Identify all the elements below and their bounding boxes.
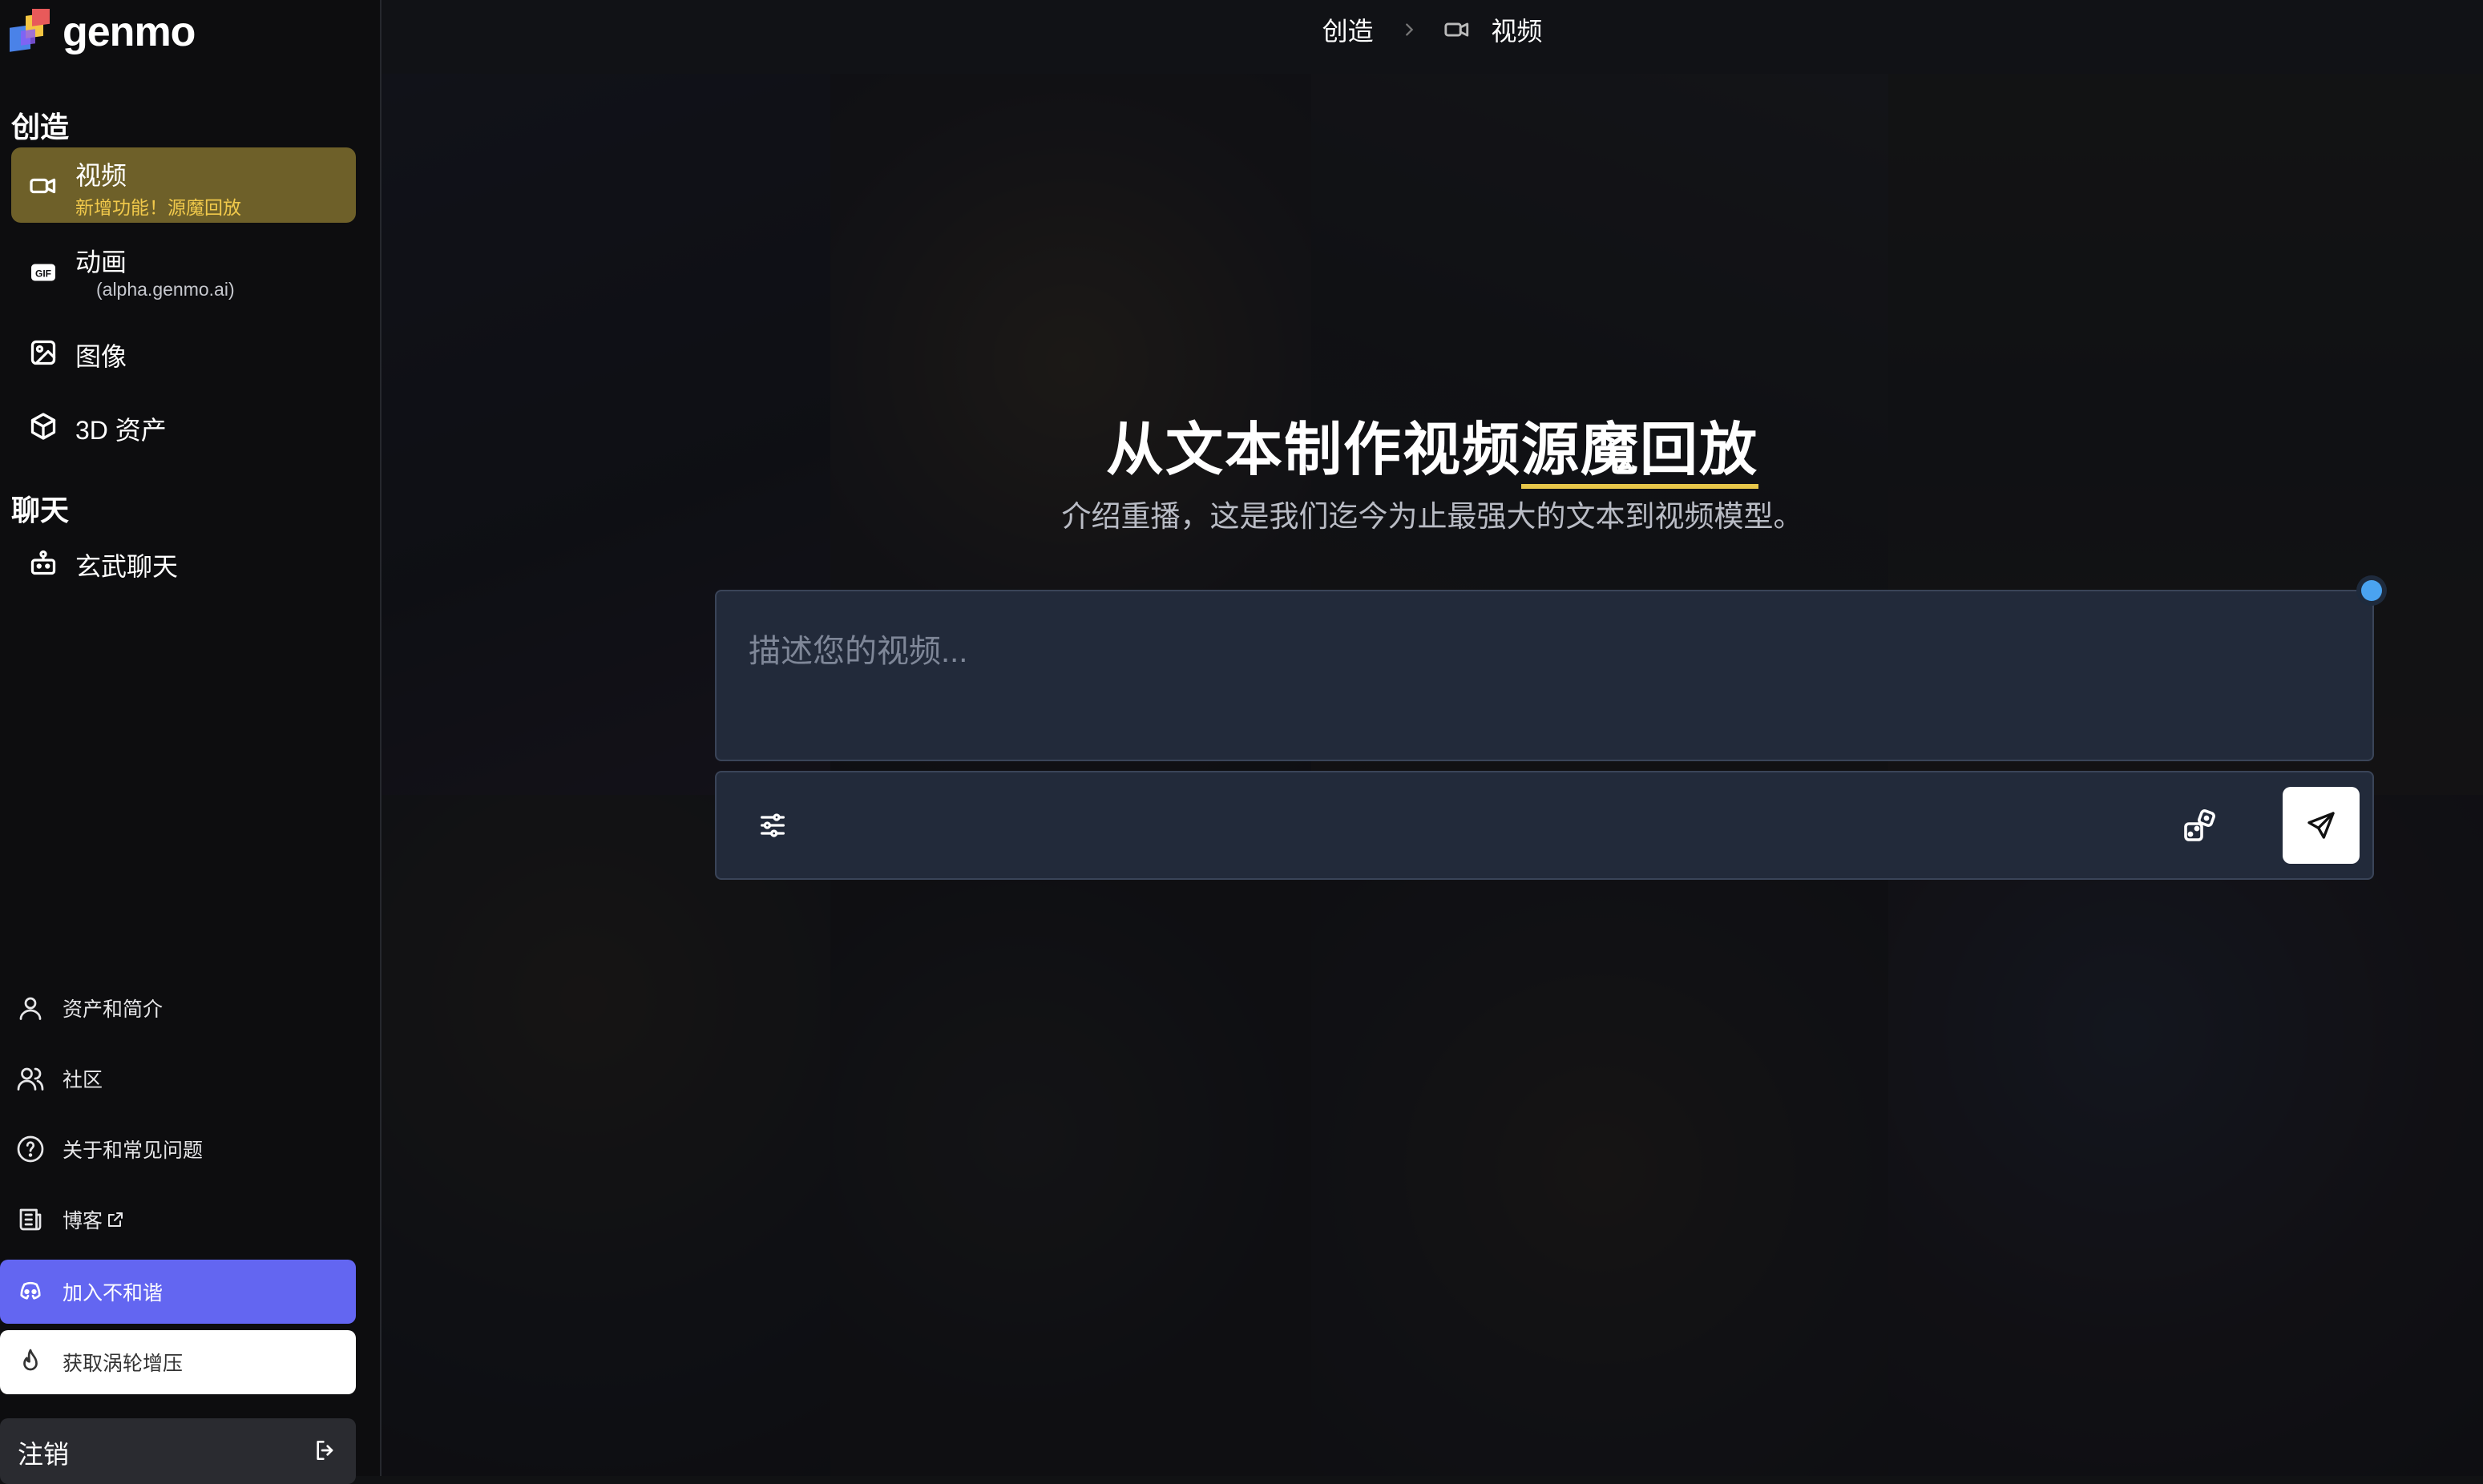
hero-title-highlight: 源魔回放 bbox=[1521, 418, 1759, 489]
section-title-chat: 聊天 bbox=[11, 494, 70, 526]
hero-title: 从文本制作视频源魔回放 bbox=[382, 402, 2483, 489]
settings-button[interactable] bbox=[749, 801, 797, 849]
status-dot bbox=[2361, 580, 2382, 601]
sidebar-item-assets-profile[interactable]: 资产和简介 bbox=[0, 976, 356, 1040]
send-icon bbox=[2307, 812, 2335, 839]
image-icon bbox=[30, 340, 56, 365]
logo[interactable]: genmo bbox=[8, 8, 196, 56]
newspaper-icon bbox=[19, 1208, 42, 1231]
user-icon bbox=[19, 997, 42, 1020]
sidebar-item-about-faq[interactable]: 关于和常见问题 bbox=[0, 1117, 356, 1181]
sidebar: genmo 创造 视频 新增功能！源魔回放 GIF 动画 (alpha.genm… bbox=[0, 0, 382, 1484]
prompt-box bbox=[715, 590, 2374, 761]
sidebar-item-label: 资产和简介 bbox=[63, 998, 164, 1021]
sidebar-item-label: 玄武聊天 bbox=[75, 552, 179, 581]
discord-icon bbox=[20, 1281, 41, 1300]
breadcrumb-video: 视频 bbox=[1491, 17, 1543, 46]
chevron-right-icon bbox=[1405, 23, 1413, 36]
sidebar-item-sublabel: (alpha.genmo.ai) bbox=[96, 279, 235, 300]
external-link-icon bbox=[108, 1212, 123, 1227]
prompt-toolbar bbox=[715, 771, 2374, 880]
genmo-logo-icon bbox=[10, 9, 50, 52]
logo-text: genmo bbox=[63, 9, 196, 55]
section-title-create: 创造 bbox=[11, 111, 70, 143]
robot-icon bbox=[30, 550, 56, 575]
cube-icon bbox=[30, 413, 56, 440]
sidebar-item-label: 关于和常见问题 bbox=[63, 1139, 204, 1162]
sidebar-item-chat[interactable]: 玄武聊天 bbox=[11, 530, 356, 595]
get-turbo-label: 获取涡轮增压 bbox=[63, 1353, 184, 1375]
join-discord-label: 加入不和谐 bbox=[63, 1282, 164, 1305]
sidebar-item-blog[interactable]: 博客 bbox=[0, 1188, 356, 1252]
hero-subtitle: 介绍重播，这是我们迄今为止最强大的文本到视频模型。 bbox=[1061, 500, 1803, 533]
dice-icon bbox=[2184, 809, 2215, 841]
breadcrumb: 创造 视频 bbox=[382, 11, 2483, 48]
hero-title-main: 从文本制作视频 bbox=[1105, 418, 1521, 482]
get-turbo-button[interactable]: 获取涡轮增压 bbox=[0, 1330, 356, 1394]
sidebar-item-label: 社区 bbox=[63, 1069, 103, 1091]
logout-icon bbox=[317, 1441, 333, 1460]
sidebar-item-video[interactable]: 视频 新增功能！源魔回放 bbox=[11, 147, 356, 223]
submit-button[interactable] bbox=[2283, 787, 2360, 864]
sliders-icon bbox=[761, 813, 785, 837]
gif-icon: GIF bbox=[31, 264, 55, 281]
logout-button[interactable]: 注销 bbox=[0, 1418, 356, 1484]
random-prompt-button[interactable] bbox=[2175, 801, 2227, 853]
sidebar-item-animation[interactable]: GIF 动画 (alpha.genmo.ai) bbox=[11, 234, 356, 309]
sidebar-item-sublabel: 新增功能！源魔回放 bbox=[75, 197, 241, 218]
join-discord-button[interactable]: 加入不和谐 bbox=[0, 1260, 356, 1324]
video-icon bbox=[30, 178, 56, 194]
prompt-input[interactable] bbox=[717, 591, 2372, 760]
svg-text:GIF: GIF bbox=[35, 268, 51, 279]
sidebar-item-image[interactable]: 图像 bbox=[11, 321, 356, 385]
sidebar-item-community[interactable]: 社区 bbox=[0, 1046, 356, 1111]
sidebar-item-3d-assets[interactable]: 3D 资产 bbox=[11, 394, 356, 458]
flame-icon bbox=[23, 1349, 38, 1371]
logout-label: 注销 bbox=[18, 1440, 70, 1469]
help-circle-icon bbox=[17, 1135, 44, 1163]
video-icon bbox=[1444, 22, 1469, 37]
breadcrumb-create[interactable]: 创造 bbox=[1322, 17, 1374, 46]
sidebar-item-label: 视频 bbox=[75, 161, 127, 190]
sidebar-item-label: 图像 bbox=[75, 342, 127, 371]
sidebar-item-label: 动画 bbox=[75, 248, 127, 276]
sidebar-item-label: 3D 资产 bbox=[75, 416, 167, 445]
main-stage: 从文本制作视频源魔回放 介绍重播，这是我们迄今为止最强大的文本到视频模型。 bbox=[382, 74, 2483, 1476]
top-bar: 创造 视频 bbox=[382, 0, 2483, 74]
users-icon bbox=[17, 1067, 44, 1091]
sidebar-item-label: 博客 bbox=[63, 1210, 103, 1232]
